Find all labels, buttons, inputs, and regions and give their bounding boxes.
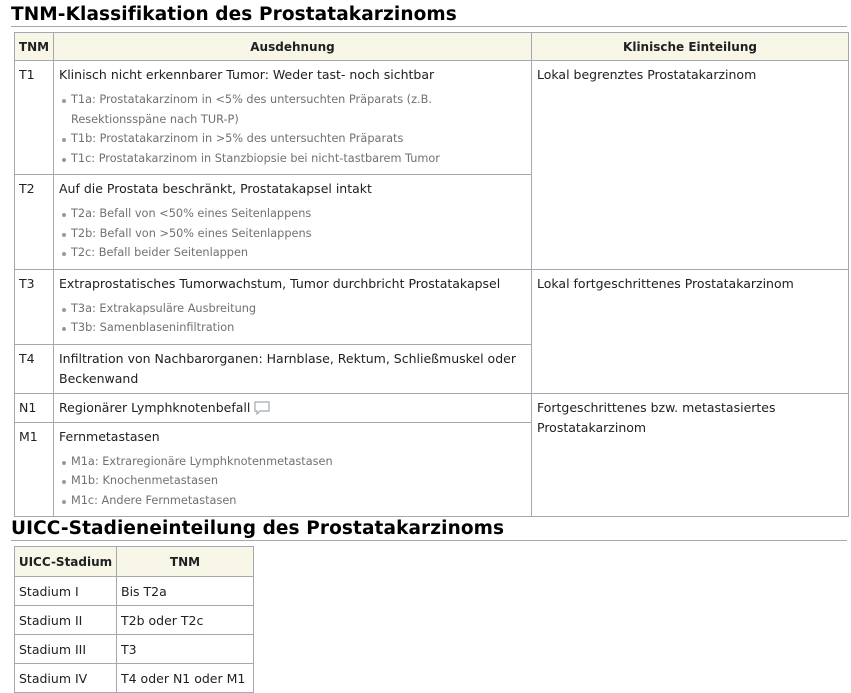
tnm-code: M1 bbox=[14, 421, 54, 517]
tnm-description: Infiltration von Nachbarorganen: Harnbla… bbox=[59, 350, 516, 386]
uicc-tnm: Bis T2a bbox=[116, 576, 254, 606]
list-item: T1c: Prostatakarzinom in Stanzbiopsie be… bbox=[62, 149, 526, 169]
header-klinische-einteilung: Klinische Einteilung bbox=[531, 32, 849, 61]
uicc-stage: Stadium I bbox=[14, 576, 117, 606]
table-row: Stadium III T3 bbox=[14, 634, 254, 664]
uicc-tnm: T2b oder T2c bbox=[116, 605, 254, 635]
uicc-stage: Stadium IV bbox=[14, 663, 117, 693]
tnm-description: Auf die Prostata beschränkt, Prostatakap… bbox=[59, 181, 372, 196]
tnm-description-cell: Extraprostatisches Tumorwachstum, Tumor … bbox=[53, 268, 532, 345]
tnm-description-cell: Auf die Prostata beschränkt, Prostatakap… bbox=[53, 174, 532, 270]
list-item: T1b: Prostatakarzinom in >5% des untersu… bbox=[62, 129, 526, 149]
list-item: T2c: Befall beider Seitenlappen bbox=[62, 243, 526, 263]
list-item: T1a: Prostatakarzinom in <5% des untersu… bbox=[62, 90, 526, 129]
header-ausdehnung: Ausdehnung bbox=[53, 32, 532, 61]
tnm-table: TNM Ausdehnung Klinische Einteilung T1 K… bbox=[14, 32, 849, 517]
tnm-description: Extraprostatisches Tumorwachstum, Tumor … bbox=[59, 275, 501, 291]
list-item: M1a: Extraregionäre Lymphknotenmetastase… bbox=[62, 452, 526, 472]
table-row: Stadium IV T4 oder N1 oder M1 bbox=[14, 663, 254, 693]
tnm-description-cell: Fernmetastasen M1a: Extraregionäre Lymph… bbox=[53, 421, 532, 517]
uicc-stage: Stadium III bbox=[14, 634, 117, 664]
subitem-list: T1a: Prostatakarzinom in <5% des untersu… bbox=[59, 90, 526, 168]
clinical-cell-local: Lokal begrenztes Prostatakarzinom bbox=[531, 60, 849, 270]
heading-uicc-title: UICC-Stadieneinteilung des Prostatakarzi… bbox=[11, 518, 505, 539]
comment-icon[interactable] bbox=[254, 400, 270, 415]
table-row: N1 Regionärer Lymphknotenbefall Fortgesc… bbox=[14, 392, 849, 517]
uicc-tnm: T4 oder N1 oder M1 bbox=[116, 663, 254, 693]
tnm-code: T1 bbox=[14, 60, 54, 175]
list-item: T3a: Extrakapsuläre Ausbreitung bbox=[62, 299, 526, 319]
subitem-list: T2a: Befall von <50% eines Seitenlappens… bbox=[59, 204, 526, 263]
tnm-description: Regionärer Lymphknotenbefall bbox=[59, 399, 251, 415]
tnm-description-cell: Regionärer Lymphknotenbefall bbox=[53, 392, 532, 423]
section-heading-uicc: UICC-Stadieneinteilung des Prostatakarzi… bbox=[11, 518, 847, 541]
heading-tnm-title: TNM-Klassifikation des Prostatakarzinoms bbox=[11, 4, 457, 25]
list-item: M1b: Knochenmetastasen bbox=[62, 471, 526, 491]
list-item: T2a: Befall von <50% eines Seitenlappens bbox=[62, 204, 526, 224]
section-heading-tnm: TNM-Klassifikation des Prostatakarzinoms bbox=[11, 4, 847, 27]
tnm-description: Fernmetastasen bbox=[59, 428, 160, 444]
clinical-cell-advanced: Lokal fortgeschrittenes Prostatakarzinom bbox=[531, 268, 849, 394]
uicc-table: UICC-Stadium TNM Stadium I Bis T2a Stadi… bbox=[14, 546, 254, 693]
table-row: T1 Klinisch nicht erkennbarer Tumor: Wed… bbox=[14, 60, 849, 270]
tnm-code: T3 bbox=[14, 268, 54, 345]
header-uicc-tnm: TNM bbox=[116, 546, 254, 577]
list-item: M1c: Andere Fernmetastasen bbox=[62, 491, 526, 511]
tnm-description-cell: Klinisch nicht erkennbarer Tumor: Weder … bbox=[53, 60, 532, 175]
subitem-list: M1a: Extraregionäre Lymphknotenmetastase… bbox=[59, 452, 526, 511]
list-item: T3b: Samenblaseninfiltration bbox=[62, 318, 526, 338]
header-tnm: TNM bbox=[14, 32, 54, 61]
clinical-cell-metastatic: Fortgeschrittenes bzw. metastasiertes Pr… bbox=[531, 392, 849, 517]
tnm-code: N1 bbox=[14, 392, 54, 423]
subitem-list: T3a: Extrakapsuläre Ausbreitung T3b: Sam… bbox=[59, 299, 526, 338]
table-row: Stadium I Bis T2a bbox=[14, 576, 254, 606]
uicc-stage: Stadium II bbox=[14, 605, 117, 635]
tnm-description: Klinisch nicht erkennbarer Tumor: Weder … bbox=[59, 67, 435, 82]
tnm-description-cell: Infiltration von Nachbarorganen: Harnbla… bbox=[53, 343, 532, 394]
tnm-code: T4 bbox=[14, 343, 54, 394]
header-uicc-stadium: UICC-Stadium bbox=[14, 546, 117, 577]
table-row: Stadium II T2b oder T2c bbox=[14, 605, 254, 635]
uicc-tnm: T3 bbox=[116, 634, 254, 664]
tnm-code: T2 bbox=[14, 174, 54, 270]
table-row: T3 Extraprostatisches Tumorwachstum, Tum… bbox=[14, 268, 849, 394]
list-item: T2b: Befall von >50% eines Seitenlappens bbox=[62, 224, 526, 244]
